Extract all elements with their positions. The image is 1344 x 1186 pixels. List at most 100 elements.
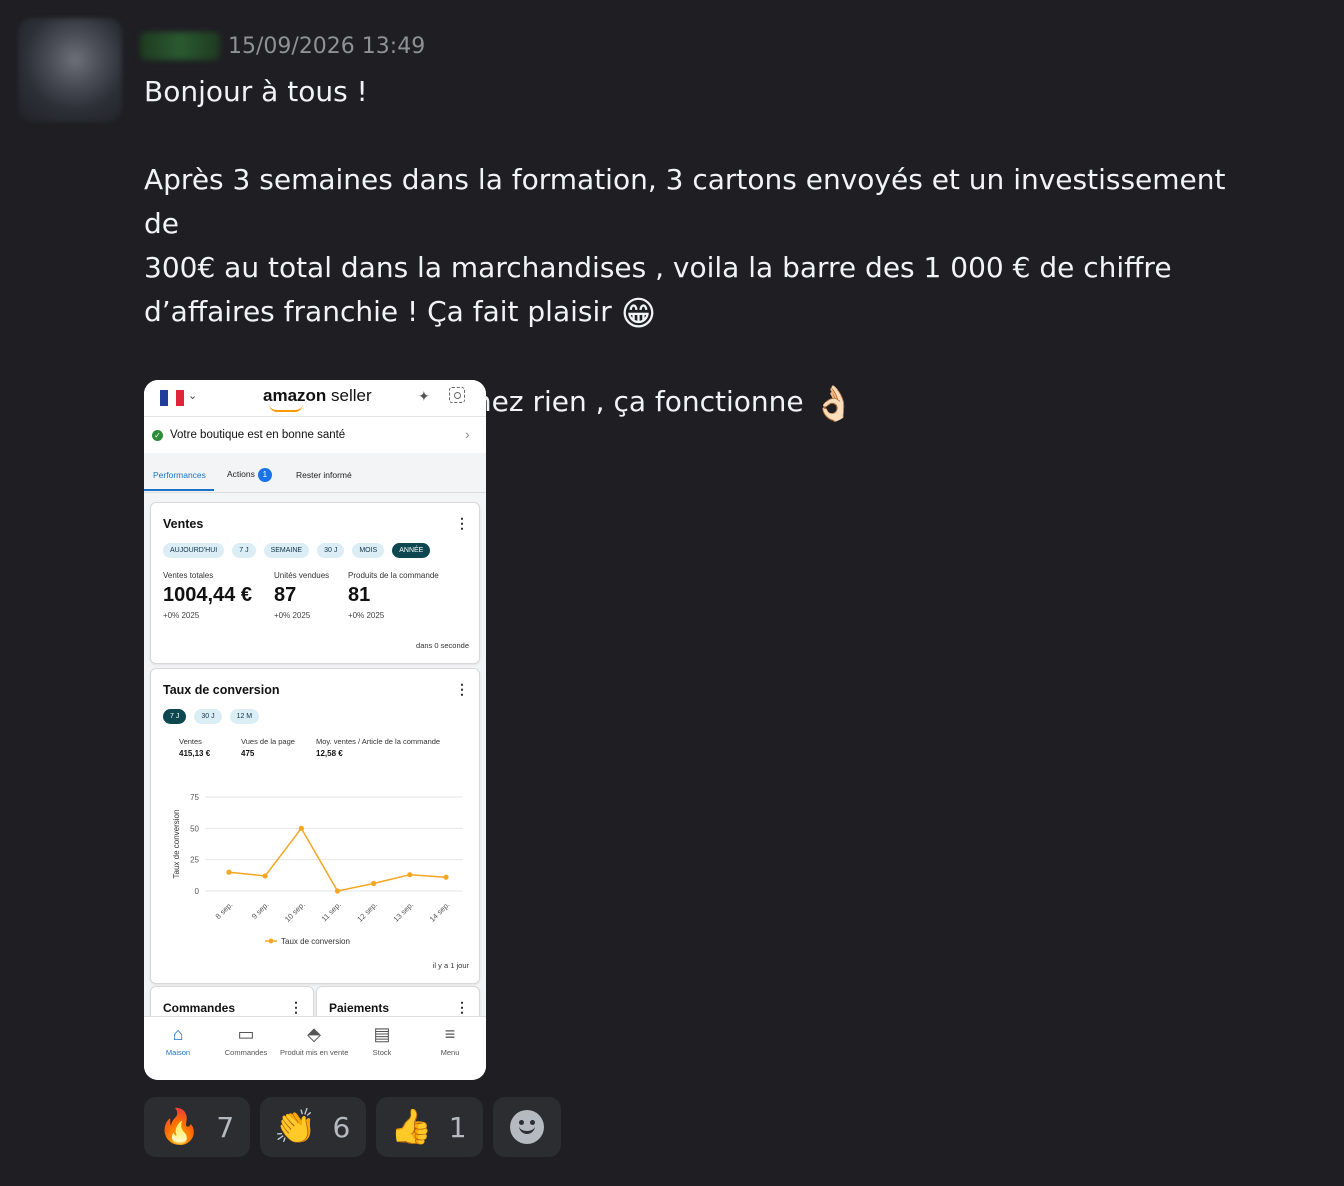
card-title: Paiements (329, 1001, 390, 1015)
refresh-note: il y a 1 jour (432, 961, 469, 970)
period-chip[interactable]: 7 J (163, 709, 187, 724)
notification-badge: 1 (257, 468, 272, 482)
y-tick-label: 0 (195, 887, 200, 896)
x-tick-label: 12 sep. (355, 900, 379, 924)
reactions-bar: 🔥 7 👏 6 👍 1 (144, 1097, 561, 1157)
x-tick-label: 13 sep. (391, 900, 415, 924)
nav-commandes[interactable]: ▭ Commandes (212, 1023, 280, 1057)
reaction-count: 7 (216, 1110, 235, 1144)
avatar[interactable] (18, 18, 122, 122)
legend-marker (268, 938, 274, 944)
period-chip[interactable]: 30 J (317, 543, 345, 558)
reaction-clap[interactable]: 👏 6 (260, 1097, 367, 1157)
app-header: ⌄ amazon seller ✦ (144, 380, 486, 417)
check-icon: ✓ (152, 430, 163, 441)
active-tab-indicator (144, 489, 214, 491)
period-chips: AUJOURD'HUI 7 J SEMAINE 30 J MOIS ANNÉE (163, 543, 431, 558)
store-health-banner[interactable]: ✓ Votre boutique est en bonne santé › (144, 417, 486, 453)
y-tick-label: 75 (190, 793, 199, 802)
period-chip[interactable]: 30 J (194, 709, 222, 724)
username-blurred[interactable] (140, 32, 220, 60)
x-tick-label: 11 sep. (320, 900, 343, 923)
more-options-icon[interactable]: ⋮ (455, 515, 469, 532)
grin-emoji-icon: 😁 (620, 294, 657, 334)
logo-smile-icon (269, 404, 303, 412)
refresh-note: dans 0 seconde (416, 641, 469, 650)
home-icon: ⌂ (172, 1024, 184, 1044)
nav-maison[interactable]: ⌂ Maison (144, 1023, 212, 1057)
data-point (443, 874, 449, 880)
message-line: d’affaires franchie ! Ça fait plaisir 😁 (144, 294, 657, 334)
menu-icon: ≡ (444, 1024, 456, 1044)
period-chip[interactable]: 7 J (232, 543, 256, 558)
nav-produits[interactable]: ⬘ Produit mis en vente (280, 1023, 348, 1057)
message-timestamp: 15/09/2026 13:49 (228, 34, 426, 59)
reaction-thumbs-up[interactable]: 👍 1 (376, 1097, 483, 1157)
card-title: Taux de conversion (163, 683, 280, 697)
period-chip[interactable]: MOIS (352, 543, 385, 558)
nav-menu[interactable]: ≡ Menu (416, 1023, 484, 1057)
more-options-icon[interactable]: ⋮ (455, 681, 469, 698)
y-tick-label: 50 (190, 824, 199, 833)
data-point (226, 869, 232, 875)
card-title: Commandes (163, 1001, 236, 1015)
reaction-count: 6 (332, 1110, 351, 1144)
stat-units-sold: Unités vendues 87 +0% 2025 (274, 571, 330, 620)
period-chip[interactable]: SEMAINE (263, 543, 310, 558)
tag-icon: ⬘ (307, 1024, 321, 1044)
y-tick-label: 25 (190, 856, 199, 865)
clipboard-icon: ▤ (373, 1024, 391, 1044)
tab-rester-informe[interactable]: Rester informé (296, 470, 352, 480)
chevron-right-icon: › (465, 426, 470, 442)
data-point (334, 888, 341, 894)
thumbs-up-emoji-icon: 👍 (390, 1107, 433, 1147)
reaction-fire[interactable]: 🔥 7 (144, 1097, 251, 1157)
nav-stock[interactable]: ▤ Stock (348, 1023, 416, 1057)
fire-emoji-icon: 🔥 (158, 1107, 201, 1147)
period-chip[interactable]: ANNÉE (392, 543, 431, 558)
x-tick-label: 8 sep. (214, 900, 235, 921)
data-point (371, 880, 377, 887)
tab-bar: Performances Actions 1 Rester informé (144, 454, 486, 493)
period-chip[interactable]: 12 M (229, 709, 260, 724)
ok-hand-emoji-icon: 👌🏻 (812, 384, 855, 424)
data-point (262, 873, 268, 879)
conversion-line-chart: 0 25 50 75 Taux de conversion 8 sep. 9 sep. 10 … (172, 793, 463, 946)
x-tick-label: 10 sep. (283, 900, 307, 924)
legend-label: Taux de conversion (281, 937, 350, 946)
period-chip[interactable]: AUJOURD'HUI (163, 543, 225, 558)
stat-page-views: Vues de la page 475 (241, 737, 295, 758)
box-icon: ▭ (237, 1024, 255, 1044)
more-options-icon[interactable]: ⋮ (455, 999, 469, 1016)
bottom-navigation: ⌂ Maison ▭ Commandes ⬘ Produit mis en ve… (144, 1016, 486, 1080)
x-tick-label: 9 sep. (250, 900, 271, 921)
attached-image[interactable]: ⌄ amazon seller ✦ ✓ Votre boutique est e… (144, 380, 486, 1080)
message-line: Bonjour à tous ! (144, 75, 368, 108)
sparkle-icon[interactable]: ✦ (418, 388, 430, 405)
data-point (298, 825, 304, 831)
y-axis-label: Taux de conversion (172, 810, 181, 879)
data-point (407, 872, 413, 878)
stat-sales: Ventes 415,13 € (179, 737, 211, 758)
message-line: Après 3 semaines dans la formation, 3 ca… (144, 163, 1235, 240)
stat-average-sales: Moy. ventes / Article de la commande 12,… (316, 737, 441, 758)
scan-icon[interactable] (449, 387, 465, 403)
reaction-count: 1 (448, 1110, 467, 1144)
stat-order-products: Produits de la commande 81 +0% 2025 (348, 571, 439, 620)
conversion-card: Taux de conversion ⋮ 7 J 30 J 12 M Ventes … (150, 668, 480, 984)
chevron-down-icon[interactable]: ⌄ (188, 389, 197, 402)
add-reaction-button[interactable] (492, 1097, 561, 1157)
card-title: Ventes (163, 517, 204, 531)
more-options-icon[interactable]: ⋮ (289, 999, 303, 1016)
france-flag-icon[interactable] (160, 390, 184, 406)
x-tick-label: 14 sep. (428, 900, 452, 924)
store-health-text: Votre boutique est en bonne santé (170, 429, 346, 441)
tab-actions[interactable]: Actions 1 (227, 468, 272, 482)
app-logo: amazon seller (263, 386, 372, 405)
stat-total-sales: Ventes totales 1004,44 € +0% 2025 (163, 571, 252, 620)
message-content: Bonjour à tous ! Après 3 semaines dans l… (144, 70, 1264, 426)
message-line: 300€ au total dans la marchandises , voi… (144, 251, 1172, 284)
clap-emoji-icon: 👏 (274, 1107, 317, 1147)
sales-card: Ventes ⋮ AUJOURD'HUI 7 J SEMAINE 30 J MOIS AN… (150, 502, 480, 664)
tab-performances[interactable]: Performances (153, 470, 206, 480)
